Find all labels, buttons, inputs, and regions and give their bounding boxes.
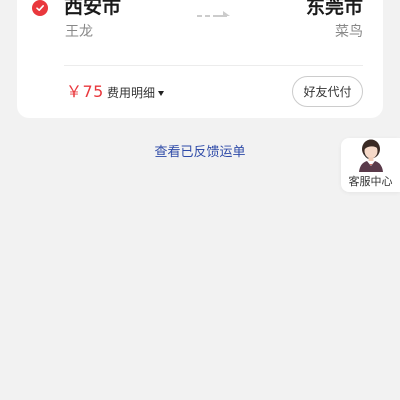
customer-service-avatar-icon [359, 139, 383, 172]
view-feedback-waybills-link[interactable]: 查看已反馈运单 [0, 144, 400, 162]
receiver-name: 菜鸟 [335, 24, 363, 40]
friend-pay-button[interactable]: 好友代付 [292, 76, 363, 107]
fee-detail-button[interactable]: 费用明细 [107, 84, 165, 102]
price-amount: ￥75 [66, 82, 104, 101]
customer-service-label: 客服中心 [348, 175, 393, 188]
waybill-card[interactable]: 西安市 王龙 东莞市 菜鸟 ￥75 费用明细 好友代付 [17, 0, 383, 118]
destination-city: 东莞市 [305, 0, 363, 18]
origin-city: 西安市 [64, 0, 122, 18]
caret-down-icon [158, 90, 165, 96]
page: 西安市 王龙 东莞市 菜鸟 ￥75 费用明细 好友代付 查看已反馈运单 客服中心 [0, 0, 400, 400]
checkmark-glyph [36, 5, 44, 11]
fee-detail-label: 费用明细 [107, 86, 156, 100]
route-arrow-icon [197, 11, 230, 17]
customer-service-button[interactable]: 客服中心 [341, 138, 400, 192]
divider [64, 65, 363, 66]
check-circle-icon[interactable] [32, 0, 48, 16]
sender-name: 王龙 [65, 24, 93, 40]
